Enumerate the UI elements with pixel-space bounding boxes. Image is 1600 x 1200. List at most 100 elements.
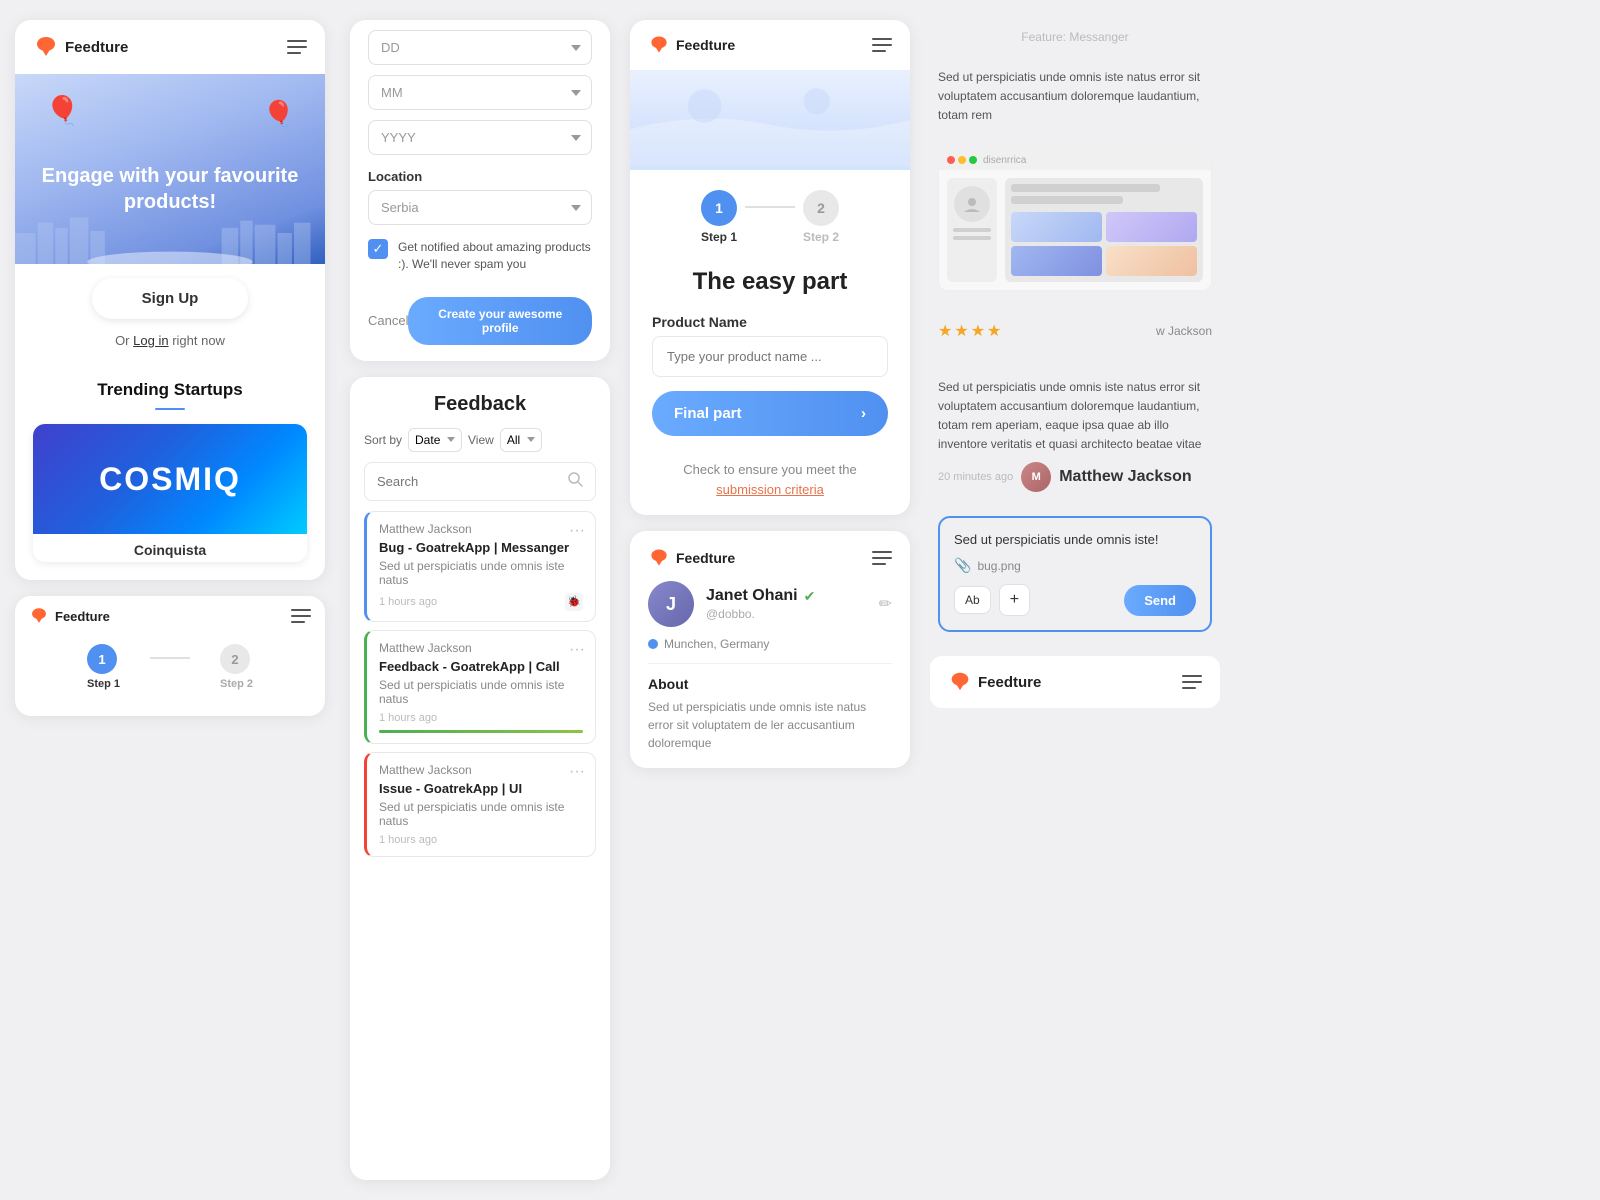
step-indicators: 1 Step 1 2 Step 2: [630, 170, 910, 254]
review-text-1: Sed ut perspiciatis unde omnis iste natu…: [930, 68, 1220, 134]
verified-icon: ✔: [804, 588, 816, 605]
search-bar: [364, 462, 596, 501]
step-2-label: Step 2: [220, 678, 253, 690]
feedback-item[interactable]: ··· Matthew Jackson Bug - GoatrekApp | M…: [364, 511, 596, 622]
more-options-icon[interactable]: ···: [569, 522, 585, 540]
hamburger-menu[interactable]: [287, 40, 307, 54]
message-actions: Ab + Send: [954, 584, 1196, 616]
close-dot: [947, 156, 955, 164]
checkbox[interactable]: ✓: [368, 239, 388, 259]
ss-line: [953, 236, 991, 240]
mm-field: MM: [368, 75, 592, 110]
easy-part-title: The easy part: [630, 254, 910, 304]
step-header: Feedture: [630, 20, 910, 70]
date-select[interactable]: Date: [408, 428, 462, 452]
hero-text: Engage with your favourite products!: [15, 123, 325, 215]
feedback-item-footer: 1 hours ago: [379, 834, 583, 846]
hero-card: Feedture 🎈 🎈: [15, 20, 325, 580]
yyyy-select[interactable]: YYYY: [368, 120, 592, 155]
create-profile-button[interactable]: Create your awesome profile: [408, 297, 592, 345]
feedture-footer: Feedture: [930, 656, 1220, 708]
feedback-item-footer: 1 hours ago: [379, 712, 583, 724]
footer-logo-text: Feedture: [978, 674, 1041, 691]
profile-card: Feedture J Janet Ohani ✔ @dobbo. ✏ Munch…: [630, 531, 910, 768]
attachment-icon: 📎: [954, 557, 971, 574]
footer-logo: Feedture: [948, 670, 1041, 694]
column-2: DD MM YYYY Location Serbia ✓ Get notifie…: [340, 0, 620, 1200]
step-2-ind-label: Step 2: [803, 230, 839, 244]
step-1-label: Step 1: [87, 678, 120, 690]
step-logo: Feedture: [648, 34, 735, 56]
trending-title: Trending Startups: [33, 380, 307, 400]
message-text: Sed ut perspiciatis unde omnis iste!: [954, 532, 1196, 547]
small-hamburger[interactable]: [291, 609, 311, 623]
cancel-button[interactable]: Cancel: [368, 313, 408, 328]
star-rating: ★★★★: [938, 321, 1003, 341]
feedture-logo-icon: [33, 34, 59, 60]
edit-icon[interactable]: ✏: [879, 594, 892, 614]
yyyy-field: YYYY: [368, 120, 592, 155]
step-1-ind-label: Step 1: [701, 230, 737, 244]
small-logo-icon: [29, 606, 49, 626]
reviewer-time: 20 minutes ago: [938, 471, 1013, 483]
progress-bar: [379, 730, 583, 733]
arrow-right-icon: ›: [861, 405, 866, 422]
dd-select[interactable]: DD: [368, 30, 592, 65]
trending-item[interactable]: COSMIQ Coinquista: [33, 424, 307, 562]
feedture-logo: Feedture: [33, 34, 128, 60]
feedback-item[interactable]: ··· Matthew Jackson Feedback - GoatrekAp…: [364, 630, 596, 744]
add-attachment-button[interactable]: +: [999, 584, 1030, 616]
send-button[interactable]: Send: [1124, 585, 1196, 616]
profile-logo-icon: [648, 547, 670, 569]
search-input[interactable]: [377, 474, 567, 489]
step-1-wrap: 1 Step 1: [87, 644, 120, 690]
step-1-circle: 1: [87, 644, 117, 674]
feedback-item-desc: Sed ut perspiciatis unde omnis iste natu…: [379, 559, 583, 587]
step-2-ind-circle: 2: [803, 190, 839, 226]
step-2-indicator: 2 Step 2: [803, 190, 839, 244]
text-format-button[interactable]: Ab: [954, 586, 991, 614]
step-hamburger[interactable]: [872, 38, 892, 52]
login-link[interactable]: Log in: [133, 333, 168, 348]
maximize-dot: [969, 156, 977, 164]
feature-label: Feature: Messanger: [930, 20, 1220, 52]
location-label: Location: [368, 169, 592, 184]
about-text: Sed ut perspiciatis unde omnis iste natu…: [648, 698, 892, 752]
feedback-item[interactable]: ··· Matthew Jackson Issue - GoatrekApp |…: [364, 752, 596, 857]
step-1-indicator: 1 Step 1: [701, 190, 737, 244]
signup-button[interactable]: Sign Up: [92, 278, 249, 319]
location-select[interactable]: Serbia: [368, 190, 592, 225]
profile-logo-text: Feedture: [676, 550, 735, 566]
step-product-card: Feedture: [630, 20, 910, 515]
feedback-time: 1 hours ago: [379, 596, 437, 608]
screenshot-content: [939, 170, 1211, 290]
profile-location: Munchen, Germany: [648, 637, 892, 651]
form-card: DD MM YYYY Location Serbia ✓ Get notifie…: [350, 20, 610, 361]
feedback-card: Feedback Sort by Date View All ··· Matth…: [350, 377, 610, 1180]
more-options-icon[interactable]: ···: [569, 641, 585, 659]
reviewer-fullname: Matthew Jackson: [1059, 468, 1191, 486]
dd-field: DD: [368, 30, 592, 65]
location-text: Munchen, Germany: [664, 637, 769, 651]
more-options-icon[interactable]: ···: [569, 763, 585, 781]
hero-header: Feedture: [15, 20, 325, 74]
mm-select[interactable]: MM: [368, 75, 592, 110]
feedback-author: Matthew Jackson: [379, 763, 583, 777]
feedback-items-list: ··· Matthew Jackson Bug - GoatrekApp | M…: [350, 511, 610, 865]
reviewer-avatar: M: [1021, 462, 1051, 492]
column-3: Feedture: [620, 0, 920, 1200]
submission-criteria-link[interactable]: submission criteria: [716, 482, 824, 497]
feedback-item-desc: Sed ut perspiciatis unde omnis iste natu…: [379, 678, 583, 706]
feedback-title: Feedback: [350, 377, 610, 428]
profile-divider: [648, 663, 892, 664]
window-title: disenrrica: [983, 155, 1026, 166]
checkbox-text: Get notified about amazing products :). …: [398, 239, 592, 273]
trending-image: COSMIQ: [33, 424, 307, 534]
final-part-button[interactable]: Final part ›: [652, 391, 888, 436]
footer-hamburger[interactable]: [1182, 675, 1202, 689]
product-name-input[interactable]: [652, 336, 888, 377]
view-select[interactable]: All: [500, 428, 542, 452]
profile-hamburger[interactable]: [872, 551, 892, 565]
profile-name-row: Janet Ohani ✔: [706, 587, 879, 605]
screenshot-mock: disenrrica: [938, 150, 1212, 291]
